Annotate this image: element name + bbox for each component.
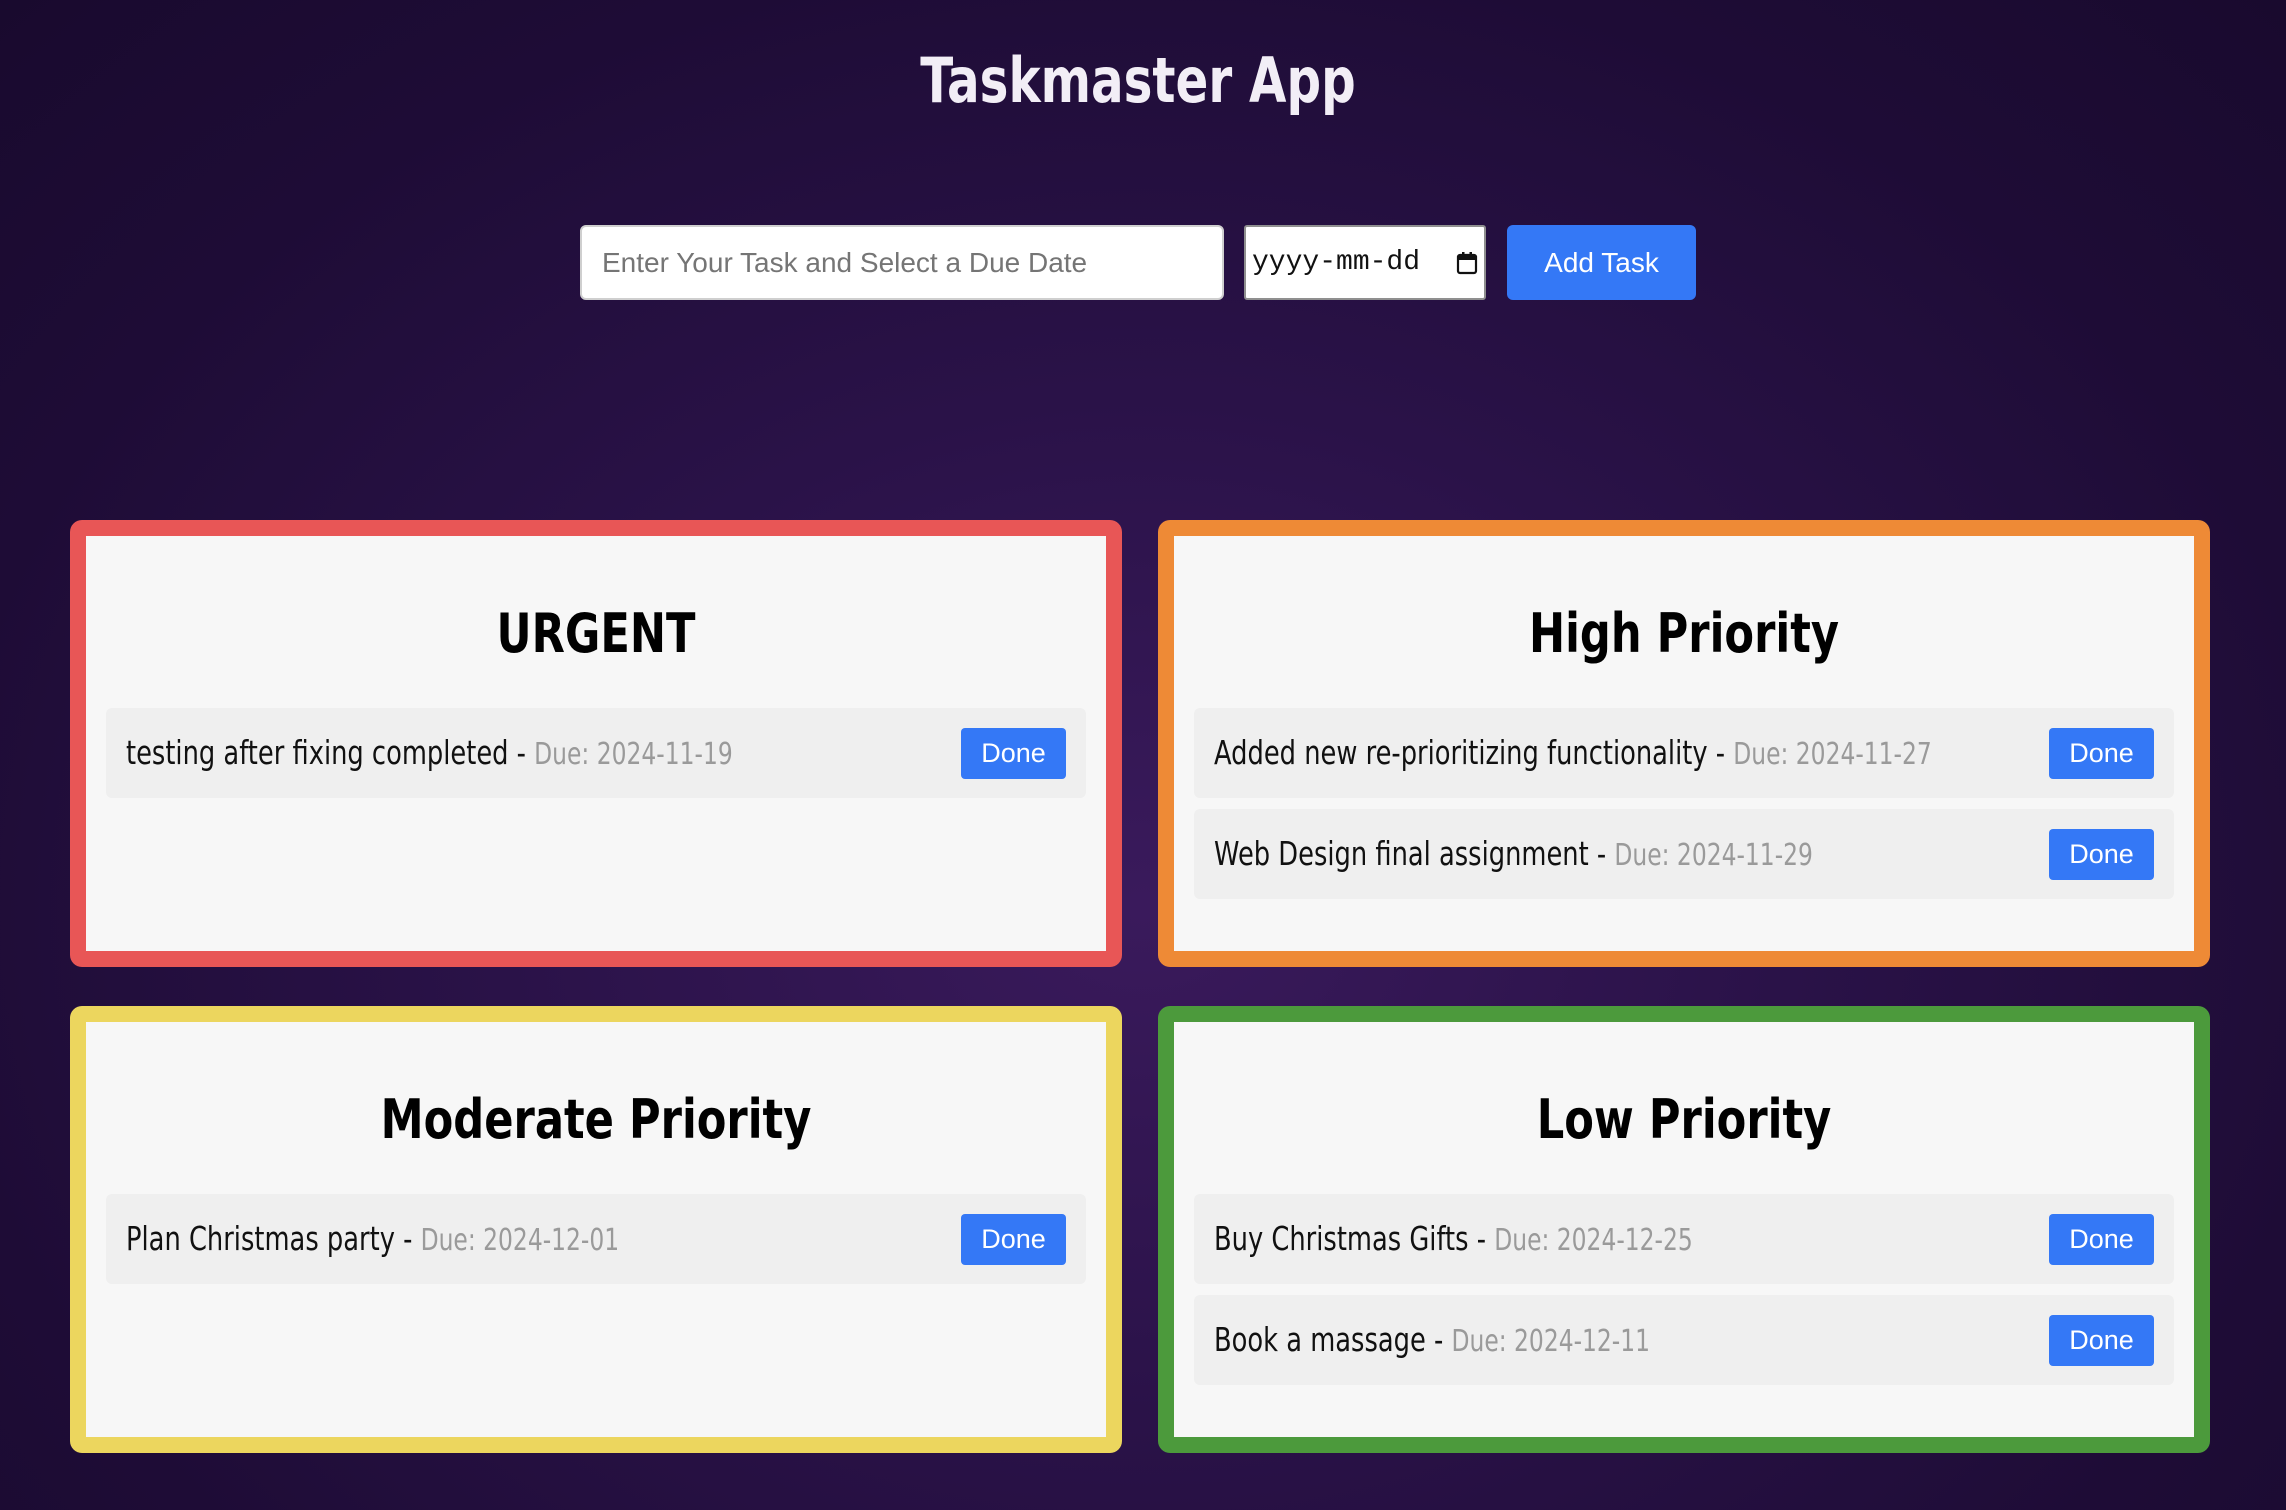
done-button[interactable]: Done (2049, 728, 2154, 779)
task-text: Added new re-prioritizing functionality … (1214, 708, 1932, 800)
app-title: Taskmaster App (920, 44, 1356, 117)
task-due-date: Due: 2024-11-27 (1733, 737, 1932, 772)
low-priority-panel-title: Low Priority (1536, 1088, 1832, 1151)
done-button[interactable]: Done (2049, 1315, 2154, 1366)
task-row: Plan Christmas party - Due: 2024-12-01 D… (106, 1194, 1086, 1284)
task-due-date: Due: 2024-12-11 (1451, 1324, 1651, 1359)
moderate-priority-panel: Moderate Priority Plan Christmas party -… (70, 1006, 1122, 1453)
task-separator: - (394, 1219, 421, 1258)
task-separator: - (508, 733, 535, 772)
task-name: testing after fixing completed (126, 733, 509, 772)
done-button[interactable]: Done (2049, 829, 2154, 880)
task-name: Plan Christmas party (126, 1219, 395, 1258)
task-text: Book a massage - Due: 2024-12-11 (1214, 1295, 1650, 1387)
task-separator: - (1707, 733, 1734, 772)
task-due-date: Due: 2024-12-25 (1494, 1223, 1693, 1258)
high-priority-panel: High Priority Added new re-prioritizing … (1158, 520, 2210, 967)
task-due-date: Due: 2024-11-29 (1614, 838, 1813, 873)
task-separator: - (1588, 834, 1615, 873)
task-separator: - (1468, 1219, 1495, 1258)
task-due-date: Due: 2024-12-01 (420, 1223, 620, 1258)
task-row: Web Design final assignment - Due: 2024-… (1194, 809, 2174, 899)
due-date-placeholder: yyyy-mm-dd (1252, 247, 1421, 278)
done-button[interactable]: Done (961, 728, 1066, 779)
moderate-priority-panel-title: Moderate Priority (380, 1088, 812, 1151)
task-separator: - (1425, 1320, 1452, 1359)
done-button[interactable]: Done (2049, 1214, 2154, 1265)
task-name: Buy Christmas Gifts (1214, 1219, 1469, 1258)
task-due-date: Due: 2024-11-19 (534, 737, 733, 772)
task-name: Web Design final assignment (1214, 834, 1589, 873)
high-priority-panel-title: High Priority (1528, 602, 1840, 665)
task-row: Buy Christmas Gifts - Due: 2024-12-25 Do… (1194, 1194, 2174, 1284)
urgent-panel: URGENT testing after fixing completed - … (70, 520, 1122, 967)
calendar-icon[interactable] (1456, 251, 1478, 275)
task-text: Buy Christmas Gifts - Due: 2024-12-25 (1214, 1194, 1693, 1286)
low-priority-panel: Low Priority Buy Christmas Gifts - Due: … (1158, 1006, 2210, 1453)
task-text: Web Design final assignment - Due: 2024-… (1214, 809, 1813, 901)
task-input[interactable] (580, 225, 1224, 300)
add-task-button[interactable]: Add Task (1507, 225, 1696, 300)
task-row: Book a massage - Due: 2024-12-11 Done (1194, 1295, 2174, 1385)
done-button[interactable]: Done (961, 1214, 1066, 1265)
task-text: testing after fixing completed - Due: 20… (126, 708, 733, 800)
task-row: Added new re-prioritizing functionality … (1194, 708, 2174, 798)
task-text: Plan Christmas party - Due: 2024-12-01 (126, 1194, 619, 1286)
urgent-panel-title: URGENT (496, 602, 696, 665)
task-name: Added new re-prioritizing functionality (1214, 733, 1708, 772)
task-row: testing after fixing completed - Due: 20… (106, 708, 1086, 798)
task-name: Book a massage (1214, 1320, 1426, 1359)
due-date-input[interactable]: yyyy-mm-dd (1244, 225, 1486, 300)
